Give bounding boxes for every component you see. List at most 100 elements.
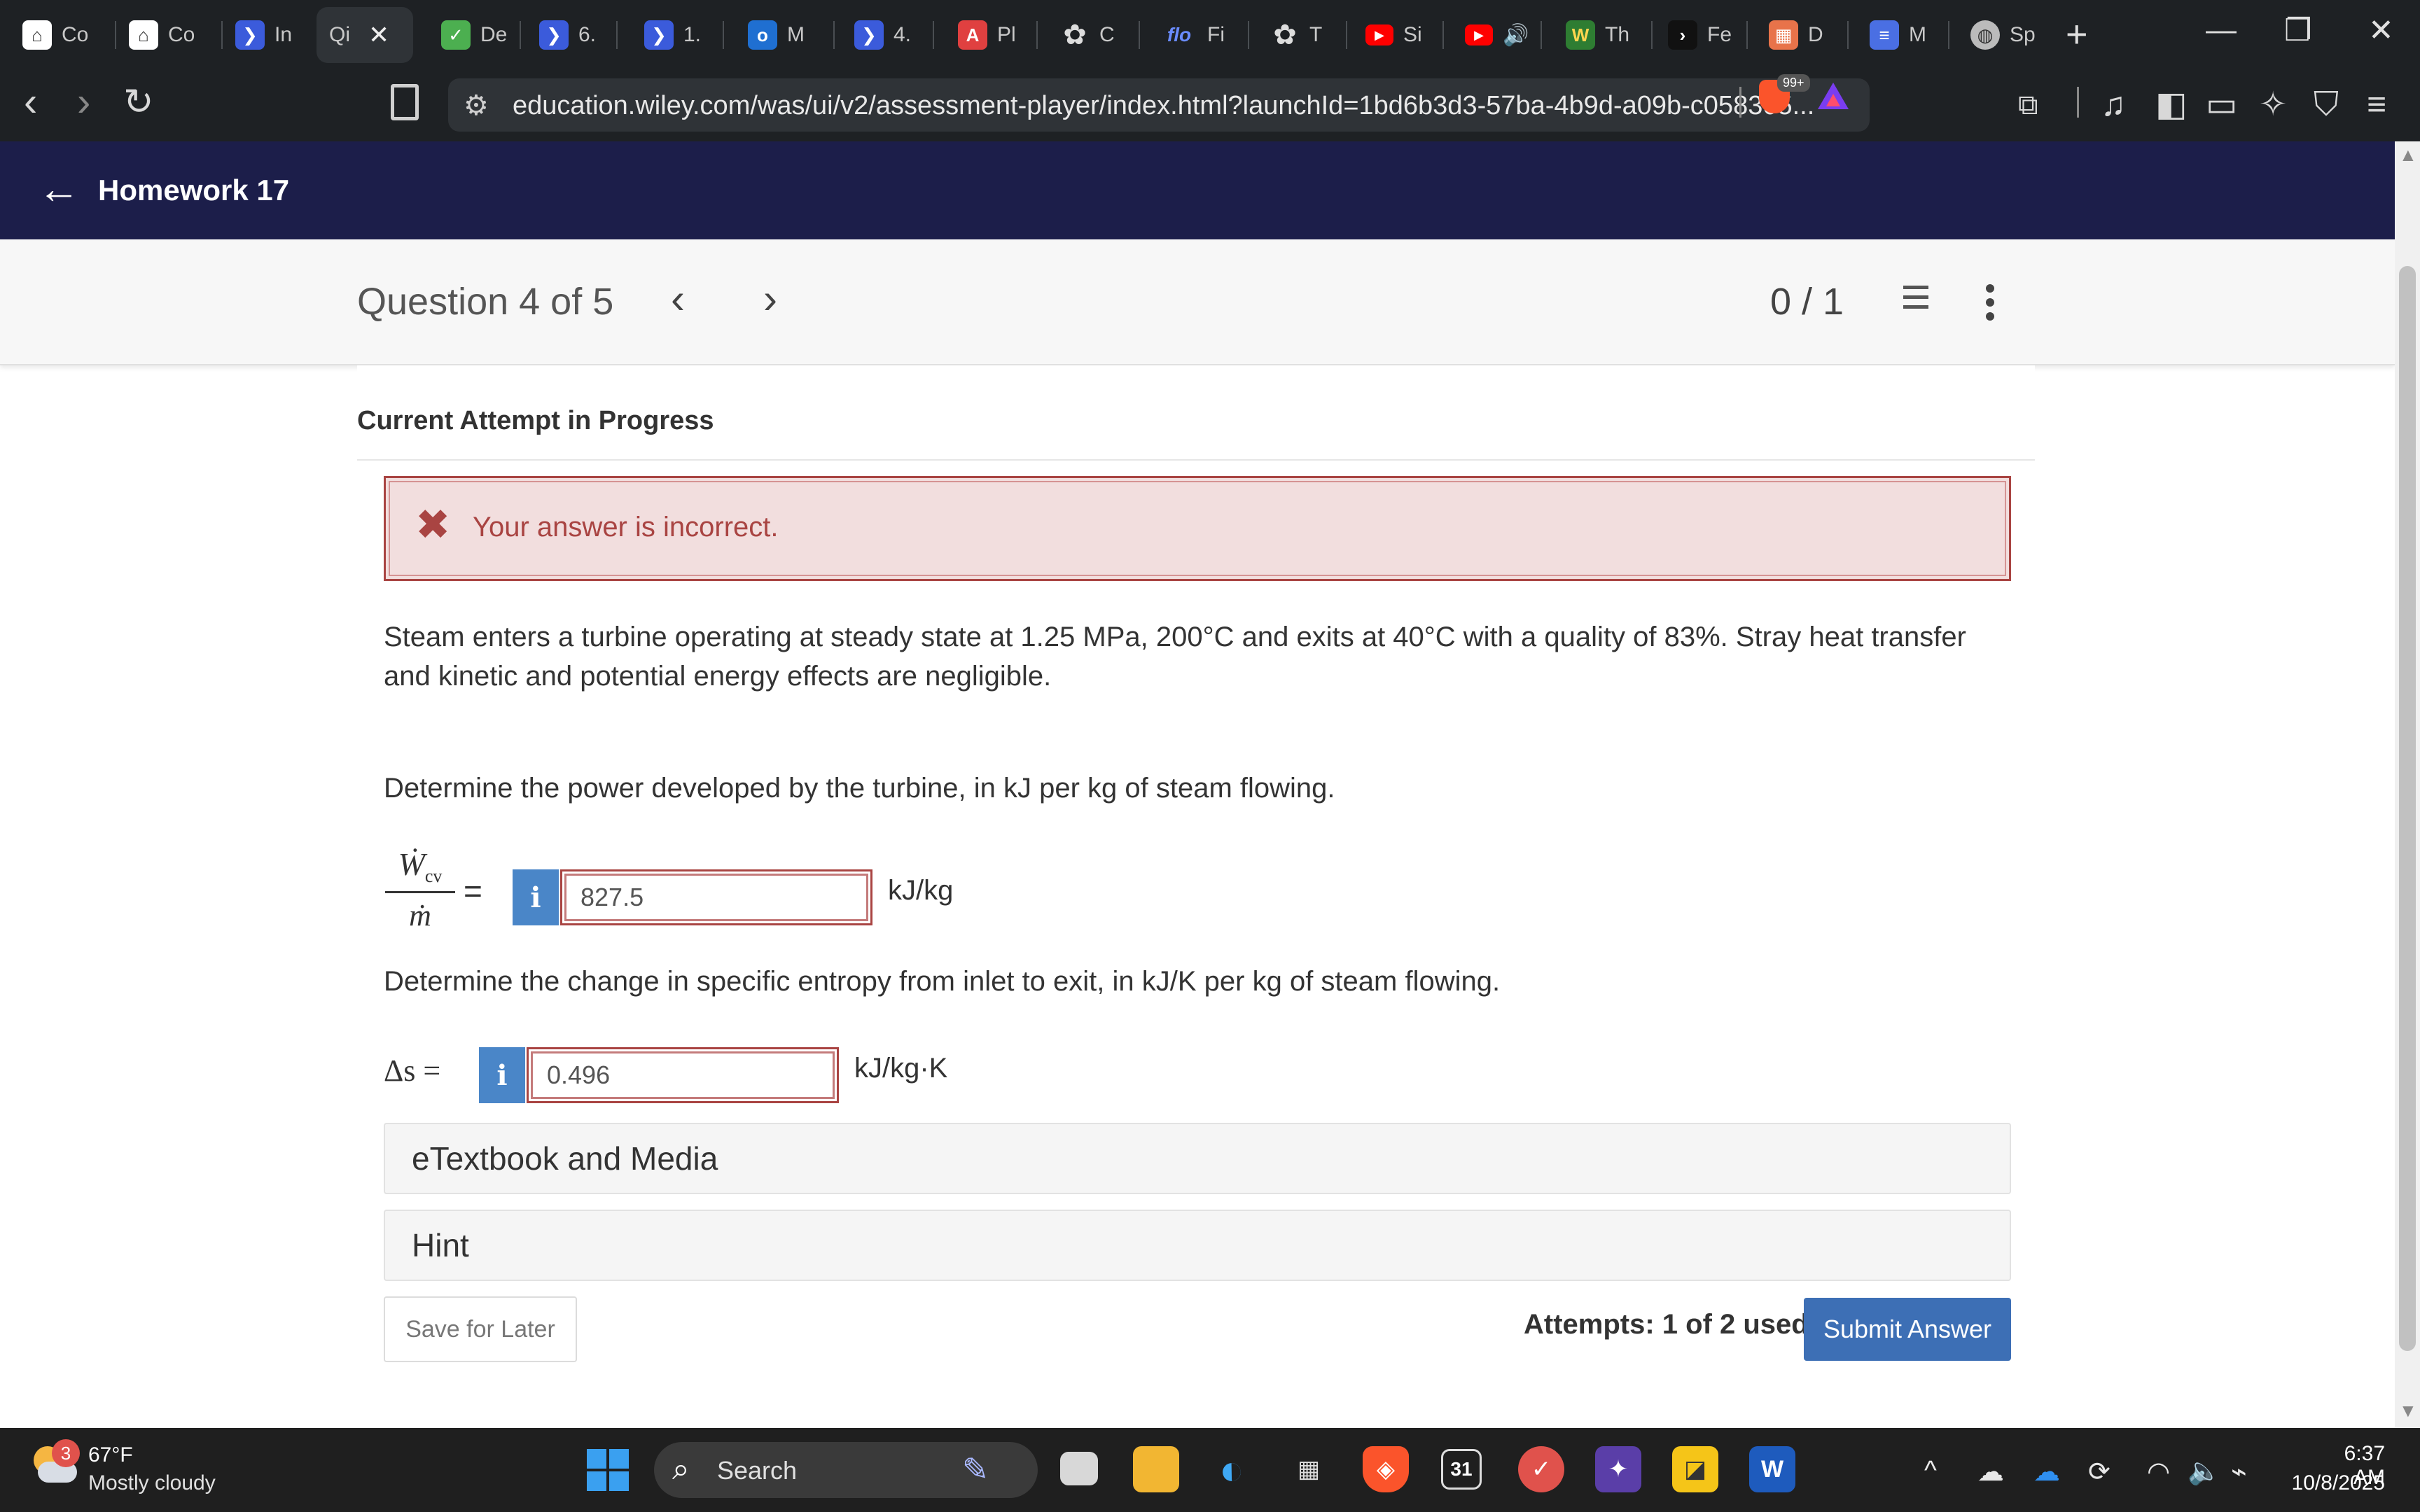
cloud-icon[interactable]: ☁ [1977,1456,2004,1488]
onedrive-icon[interactable]: ☁ [2033,1456,2060,1488]
sidebar-icon[interactable]: ◧ [2155,85,2187,125]
submit-answer-button[interactable]: Submit Answer [1804,1298,2011,1361]
tab-youtube-audio[interactable]: ▶ 🔊 [1452,7,1536,63]
scroll-up-arrow-icon[interactable]: ▲ [2399,144,2417,166]
tab-1[interactable]: ❯ 1. [632,7,716,63]
divider [1739,87,1741,118]
weather-description[interactable]: Mostly cloudy [88,1471,216,1495]
forward-button[interactable]: › [77,81,90,123]
tray-overflow-chevron-icon[interactable]: ^ [1924,1456,1937,1486]
openai-icon: ✿ [1273,20,1297,50]
speaker-icon[interactable]: 🔊 [1503,23,1529,48]
scroll-down-arrow-icon[interactable]: ▼ [2399,1400,2417,1422]
power-answer-input[interactable]: 827.5 [560,869,872,925]
tab-co-1[interactable]: ⌂ Co [10,7,115,63]
tab-separator [520,21,521,49]
back-arrow-icon[interactable]: ← [38,167,80,211]
leo-ai-icon[interactable]: ✧ [2259,85,2287,125]
tab-chatgpt-1[interactable]: ✿ C [1048,7,1132,63]
scrollbar-thumb[interactable] [2399,266,2416,1351]
tab-in[interactable]: ❯ In [223,7,312,63]
word-icon[interactable]: W [1749,1446,1795,1492]
tab-de[interactable]: ✓ De [429,7,513,63]
reload-icon[interactable]: ↻ [123,81,154,123]
tab-th[interactable]: W Th [1553,7,1644,63]
minimize-button[interactable]: — [2206,13,2237,48]
brave-taskbar-icon[interactable]: ◈ [1363,1446,1409,1492]
tab-co-2[interactable]: ⌂ Co [116,7,221,63]
copilot-icon[interactable]: ✦ [1595,1446,1641,1492]
entropy-answer-input[interactable]: 0.496 [527,1047,839,1103]
todo-check-icon[interactable]: ✓ [1518,1446,1564,1492]
restore-button[interactable]: ❐ [2284,13,2311,48]
tab-active-quiz[interactable]: Qi ✕ [317,7,413,63]
weather-badge: 3 [52,1439,80,1467]
wifi-icon[interactable]: ◠ [2147,1456,2170,1488]
address-bar[interactable]: ⚙ education.wiley.com/was/ui/v2/assessme… [448,78,1870,132]
youtube-icon: ▶ [1465,24,1493,46]
alert-message: Your answer is incorrect. [473,512,779,542]
tab-youtube-1[interactable]: ▶ Si [1353,7,1437,63]
tab-outlook[interactable]: o M [735,7,826,63]
assignment-title[interactable]: Homework 17 [98,174,289,207]
tab-docs[interactable]: ≡ M [1857,7,1941,63]
tab-chatgpt-2[interactable]: ✿ T [1258,7,1342,63]
file-explorer-icon[interactable] [1133,1446,1179,1492]
library-icon: ⌂ [22,20,52,50]
close-tab-icon[interactable]: ✕ [368,20,389,50]
url-text[interactable]: education.wiley.com/was/ui/v2/assessment… [513,91,1814,121]
wallet-icon[interactable]: ▭ [2206,85,2237,125]
site-settings-icon[interactable]: ⚙ [464,90,489,122]
etextbook-media-accordion[interactable]: eTextbook and Media [384,1123,2011,1194]
volume-icon[interactable]: 🔈 [2188,1456,2220,1487]
task-view-icon[interactable] [1060,1452,1098,1485]
store-icon[interactable]: ▦ [1286,1446,1332,1492]
tab-6[interactable]: ❯ 6. [527,7,611,63]
calendar-grid-icon: ▦ [1769,20,1798,50]
tab-separator [1948,21,1949,49]
tab-4[interactable]: ❯ 4. [842,7,926,63]
back-button[interactable]: ‹ [24,81,37,123]
menu-icon[interactable]: ≡ [2367,85,2386,125]
bookmark-blue-icon: ❯ [644,20,674,50]
question-counter: Question 4 of 5 [357,281,614,323]
calendar-icon[interactable]: 31 [1441,1449,1482,1490]
tab-fe[interactable]: › Fe [1655,7,1739,63]
tab-sp[interactable]: ◍ Sp [1958,7,2042,63]
docs-icon: ≡ [1870,20,1899,50]
brave-rewards-icon[interactable] [1818,83,1849,109]
battery-icon[interactable]: ⌁ [2231,1456,2247,1488]
tab-separator [1541,21,1542,49]
clock-date[interactable]: 10/8/2025 [2283,1471,2385,1495]
hint-accordion[interactable]: Hint [384,1210,2011,1281]
save-for-later-button[interactable]: Save for Later [384,1296,577,1362]
music-icon[interactable]: ♫ [2101,85,2126,125]
tab-pl[interactable]: A Pl [945,7,1029,63]
browser-tab-strip: ⌂ Co ⌂ Co ❯ In Qi ✕ ✓ De ❯ 6. ❯ 1. o M ❯… [0,0,2420,69]
next-question-button[interactable]: › [763,274,777,323]
entropy-label: Δs = [384,1054,441,1088]
windows-start-icon[interactable] [587,1449,629,1491]
info-icon-part1[interactable]: i [513,869,559,925]
bookmark-icon[interactable] [391,84,419,120]
search-icon: ⌕ [672,1452,690,1486]
tab-d[interactable]: ▦ D [1756,7,1840,63]
question-list-icon[interactable] [1893,286,1928,316]
part1-prompt: Determine the power developed by the tur… [384,773,1335,804]
more-options-icon[interactable] [1986,284,1996,326]
new-tab-button[interactable]: + [2066,13,2088,56]
sticky-notes-icon[interactable]: ◪ [1672,1446,1718,1492]
previous-question-button[interactable]: ‹ [671,274,685,323]
sync-icon[interactable]: ⟳ [2088,1456,2110,1488]
vpn-shield-icon[interactable]: ⛉ [2314,85,2339,125]
edge-browser-icon[interactable]: ◐ [1209,1446,1255,1493]
screenshot-icon[interactable]: ⧉ [2018,85,2038,125]
info-icon-part2[interactable]: i [479,1047,525,1103]
tab-separator [1036,21,1038,49]
bookmark-blue-icon: ❯ [235,20,265,50]
attempts-counter: Attempts: 1 of 2 used [1524,1309,1809,1340]
question-content: Current Attempt in Progress ✖ Your answe… [357,365,2035,1393]
weather-temp[interactable]: 67°F [88,1443,133,1467]
close-window-button[interactable]: ✕ [2368,13,2394,48]
tab-flo[interactable]: flo Fi [1148,7,1246,63]
